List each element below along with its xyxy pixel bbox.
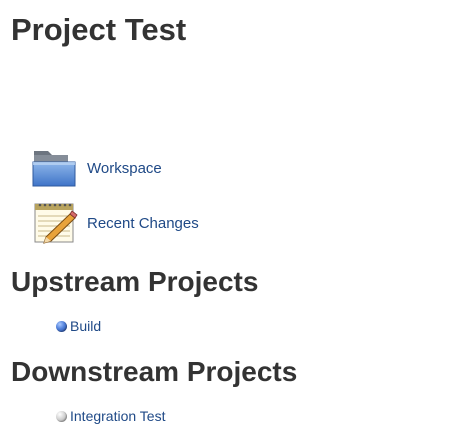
notepad-icon — [32, 200, 78, 246]
upstream-project-build[interactable]: Build — [56, 318, 101, 334]
upstream-projects-heading: Upstream Projects — [11, 266, 259, 297]
recent-changes-label[interactable]: Recent Changes — [87, 215, 199, 232]
workspace-link[interactable]: Workspace — [32, 145, 162, 191]
project-label[interactable]: Integration Test — [70, 408, 165, 424]
downstream-project-integration-test[interactable]: Integration Test — [56, 408, 165, 424]
folder-icon — [32, 145, 78, 191]
downstream-projects-heading: Downstream Projects — [11, 356, 298, 387]
page-title: Project Test — [11, 12, 187, 47]
blue-ball-icon — [56, 320, 67, 332]
grey-ball-icon — [56, 410, 67, 422]
recent-changes-link[interactable]: Recent Changes — [32, 200, 199, 246]
workspace-label[interactable]: Workspace — [87, 160, 162, 177]
project-label[interactable]: Build — [70, 318, 101, 334]
